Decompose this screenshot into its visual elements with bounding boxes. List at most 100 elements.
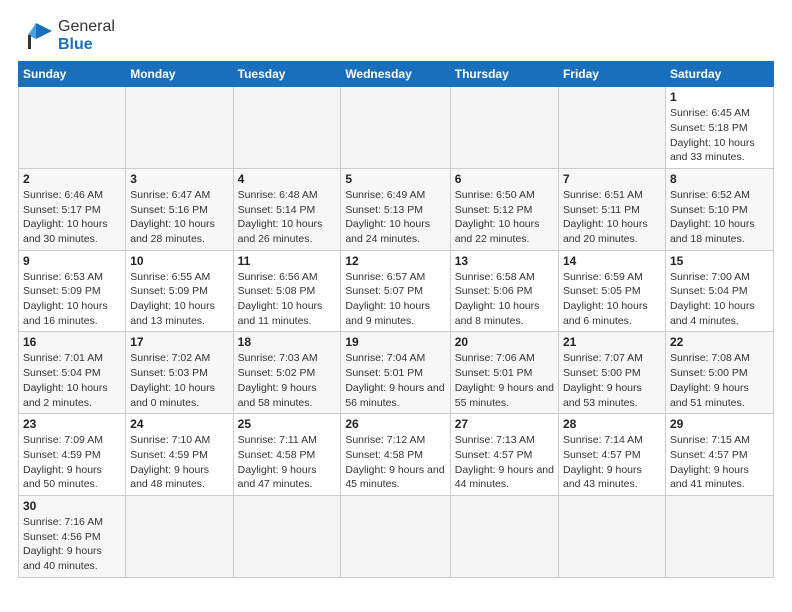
day-cell: 26 Sunrise: 7:12 AM Sunset: 4:58 PM Dayli… [341,414,450,496]
day-cell [665,495,773,577]
day-cell: 9 Sunrise: 6:53 AM Sunset: 5:09 PM Daylig… [19,250,126,332]
day-cell: 21 Sunrise: 7:07 AM Sunset: 5:00 PM Dayli… [558,332,665,414]
day-cell [19,87,126,169]
day-info: Sunrise: 6:53 AM Sunset: 5:09 PM Dayligh… [23,270,121,329]
day-number: 30 [23,499,121,513]
day-info: Sunrise: 6:46 AM Sunset: 5:17 PM Dayligh… [23,188,121,247]
week-row-3: 9 Sunrise: 6:53 AM Sunset: 5:09 PM Daylig… [19,250,774,332]
day-cell [558,87,665,169]
day-number: 19 [345,335,445,349]
day-number: 16 [23,335,121,349]
day-number: 15 [670,254,769,268]
logo: General Blue [18,18,115,53]
day-info: Sunrise: 6:49 AM Sunset: 5:13 PM Dayligh… [345,188,445,247]
day-number: 17 [130,335,228,349]
day-number: 27 [455,417,554,431]
weekday-wednesday: Wednesday [341,62,450,87]
day-info: Sunrise: 6:51 AM Sunset: 5:11 PM Dayligh… [563,188,661,247]
day-cell: 8Sunrise: 6:52 AM Sunset: 5:10 PM Daylig… [665,168,773,250]
day-number: 6 [455,172,554,186]
day-cell [233,87,341,169]
day-cell: 25 Sunrise: 7:11 AM Sunset: 4:58 PM Dayli… [233,414,341,496]
day-cell: 12Sunrise: 6:57 AM Sunset: 5:07 PM Dayli… [341,250,450,332]
day-cell: 13 Sunrise: 6:58 AM Sunset: 5:06 PM Dayli… [450,250,558,332]
day-info: Sunrise: 7:06 AM Sunset: 5:01 PM Dayligh… [455,351,554,410]
day-cell [341,495,450,577]
day-cell [450,495,558,577]
day-info: Sunrise: 6:55 AM Sunset: 5:09 PM Dayligh… [130,270,228,329]
weekday-thursday: Thursday [450,62,558,87]
day-cell: 23Sunrise: 7:09 AM Sunset: 4:59 PM Dayli… [19,414,126,496]
day-cell: 10 Sunrise: 6:55 AM Sunset: 5:09 PM Dayli… [126,250,233,332]
day-cell: 5Sunrise: 6:49 AM Sunset: 5:13 PM Daylig… [341,168,450,250]
day-number: 22 [670,335,769,349]
day-number: 23 [23,417,121,431]
day-cell [341,87,450,169]
day-info: Sunrise: 7:00 AM Sunset: 5:04 PM Dayligh… [670,270,769,329]
day-cell: 3Sunrise: 6:47 AM Sunset: 5:16 PM Daylig… [126,168,233,250]
day-info: Sunrise: 6:50 AM Sunset: 5:12 PM Dayligh… [455,188,554,247]
day-number: 28 [563,417,661,431]
day-cell: 4 Sunrise: 6:48 AM Sunset: 5:14 PM Daylig… [233,168,341,250]
day-cell: 29 Sunrise: 7:15 AM Sunset: 4:57 PM Dayli… [665,414,773,496]
calendar-table: SundayMondayTuesdayWednesdayThursdayFrid… [18,61,774,578]
day-cell: 20 Sunrise: 7:06 AM Sunset: 5:01 PM Dayli… [450,332,558,414]
day-cell [558,495,665,577]
day-cell: 7 Sunrise: 6:51 AM Sunset: 5:11 PM Daylig… [558,168,665,250]
day-number: 29 [670,417,769,431]
day-number: 25 [238,417,337,431]
day-info: Sunrise: 6:47 AM Sunset: 5:16 PM Dayligh… [130,188,228,247]
day-cell: 6 Sunrise: 6:50 AM Sunset: 5:12 PM Daylig… [450,168,558,250]
day-cell [126,87,233,169]
day-info: Sunrise: 6:57 AM Sunset: 5:07 PM Dayligh… [345,270,445,329]
day-info: Sunrise: 6:56 AM Sunset: 5:08 PM Dayligh… [238,270,337,329]
day-number: 21 [563,335,661,349]
day-number: 24 [130,417,228,431]
day-cell: 27 Sunrise: 7:13 AM Sunset: 4:57 PM Dayli… [450,414,558,496]
day-cell: 19 Sunrise: 7:04 AM Sunset: 5:01 PM Dayli… [341,332,450,414]
day-cell: 2 Sunrise: 6:46 AM Sunset: 5:17 PM Daylig… [19,168,126,250]
weekday-tuesday: Tuesday [233,62,341,87]
day-cell: 28 Sunrise: 7:14 AM Sunset: 4:57 PM Dayli… [558,414,665,496]
week-row-2: 2 Sunrise: 6:46 AM Sunset: 5:17 PM Daylig… [19,168,774,250]
day-info: Sunrise: 7:13 AM Sunset: 4:57 PM Dayligh… [455,433,554,492]
day-info: Sunrise: 7:14 AM Sunset: 4:57 PM Dayligh… [563,433,661,492]
day-info: Sunrise: 6:45 AM Sunset: 5:18 PM Dayligh… [670,106,769,165]
day-number: 1 [670,90,769,104]
week-row-4: 16Sunrise: 7:01 AM Sunset: 5:04 PM Dayli… [19,332,774,414]
day-cell [450,87,558,169]
day-info: Sunrise: 7:10 AM Sunset: 4:59 PM Dayligh… [130,433,228,492]
day-cell: 30Sunrise: 7:16 AM Sunset: 4:56 PM Dayli… [19,495,126,577]
day-number: 4 [238,172,337,186]
day-info: Sunrise: 6:58 AM Sunset: 5:06 PM Dayligh… [455,270,554,329]
day-info: Sunrise: 7:02 AM Sunset: 5:03 PM Dayligh… [130,351,228,410]
weekday-monday: Monday [126,62,233,87]
day-number: 14 [563,254,661,268]
day-cell: 22 Sunrise: 7:08 AM Sunset: 5:00 PM Dayli… [665,332,773,414]
day-info: Sunrise: 7:12 AM Sunset: 4:58 PM Dayligh… [345,433,445,492]
day-number: 7 [563,172,661,186]
day-cell: 24 Sunrise: 7:10 AM Sunset: 4:59 PM Dayli… [126,414,233,496]
day-cell: 15 Sunrise: 7:00 AM Sunset: 5:04 PM Dayli… [665,250,773,332]
day-info: Sunrise: 7:03 AM Sunset: 5:02 PM Dayligh… [238,351,337,410]
header: General Blue [18,18,774,53]
day-cell: 18Sunrise: 7:03 AM Sunset: 5:02 PM Dayli… [233,332,341,414]
day-number: 20 [455,335,554,349]
day-cell [126,495,233,577]
day-info: Sunrise: 6:48 AM Sunset: 5:14 PM Dayligh… [238,188,337,247]
day-info: Sunrise: 7:07 AM Sunset: 5:00 PM Dayligh… [563,351,661,410]
day-number: 2 [23,172,121,186]
day-number: 9 [23,254,121,268]
weekday-sunday: Sunday [19,62,126,87]
day-number: 10 [130,254,228,268]
day-cell: 1 Sunrise: 6:45 AM Sunset: 5:18 PM Daylig… [665,87,773,169]
day-number: 26 [345,417,445,431]
weekday-friday: Friday [558,62,665,87]
day-info: Sunrise: 7:15 AM Sunset: 4:57 PM Dayligh… [670,433,769,492]
day-info: Sunrise: 7:11 AM Sunset: 4:58 PM Dayligh… [238,433,337,492]
day-cell: 16Sunrise: 7:01 AM Sunset: 5:04 PM Dayli… [19,332,126,414]
day-number: 13 [455,254,554,268]
day-number: 8 [670,172,769,186]
day-info: Sunrise: 7:04 AM Sunset: 5:01 PM Dayligh… [345,351,445,410]
day-info: Sunrise: 7:08 AM Sunset: 5:00 PM Dayligh… [670,351,769,410]
